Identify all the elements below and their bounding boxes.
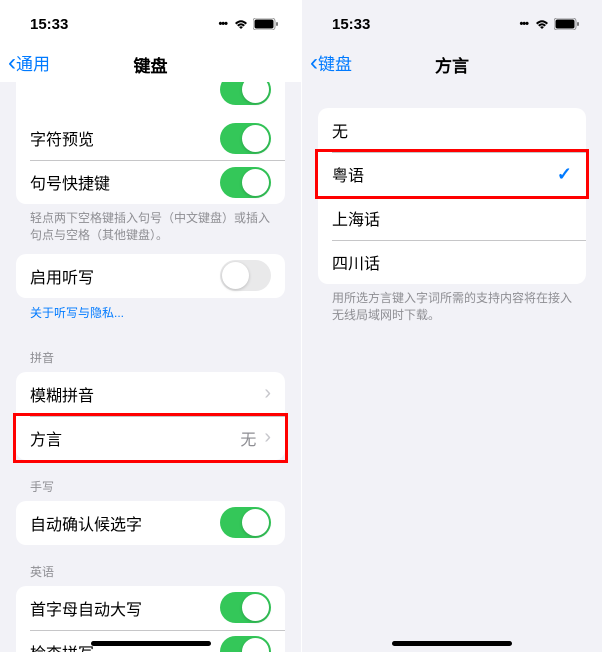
page-title: 键盘 bbox=[134, 52, 168, 77]
list-item[interactable]: 启用听写 bbox=[16, 254, 285, 298]
back-label: 键盘 bbox=[318, 50, 352, 75]
toggle-switch[interactable] bbox=[220, 592, 271, 623]
row-label: 句号快捷键 bbox=[30, 170, 220, 194]
option-cantonese[interactable]: 粤语 ✓ bbox=[318, 152, 586, 196]
privacy-link[interactable]: 关于听写与隐私... bbox=[0, 298, 301, 331]
chevron-left-icon: ‹ bbox=[310, 51, 318, 75]
section-header: 手写 bbox=[0, 460, 301, 501]
row-label: 四川话 bbox=[332, 250, 572, 274]
chevron-right-icon: › bbox=[264, 426, 271, 449]
toggle-switch[interactable] bbox=[220, 123, 271, 154]
status-time: 15:33 bbox=[30, 16, 68, 33]
status-icons: ••• bbox=[218, 18, 279, 30]
status-time: 15:33 bbox=[332, 16, 370, 33]
status-icons: ••• bbox=[519, 18, 580, 30]
section-header: 拼音 bbox=[0, 331, 301, 372]
list-item[interactable]: 句号快捷键 bbox=[16, 160, 285, 204]
row-label: 自动确认候选字 bbox=[30, 511, 220, 535]
nav-bar: ‹ 通用 键盘 bbox=[0, 48, 301, 82]
toggle-switch[interactable] bbox=[220, 636, 271, 652]
row-label: 上海话 bbox=[332, 206, 572, 230]
settings-group: 字符预览 句号快捷键 bbox=[16, 82, 285, 204]
toggle-switch[interactable] bbox=[220, 82, 271, 105]
row-label: 粤语 bbox=[332, 162, 557, 186]
chevron-right-icon: › bbox=[264, 382, 271, 405]
settings-group: 启用听写 bbox=[16, 254, 285, 298]
home-indicator[interactable] bbox=[392, 641, 512, 646]
list-item bbox=[16, 82, 285, 116]
battery-icon bbox=[253, 18, 279, 30]
cellular-icon: ••• bbox=[218, 18, 227, 30]
row-label: 无 bbox=[332, 118, 572, 142]
list-item[interactable]: 首字母自动大写 bbox=[16, 586, 285, 630]
option-sichuanese[interactable]: 四川话 bbox=[318, 240, 586, 284]
footer-text: 用所选方言键入字词所需的支持内容将在接入无线局域网时下载。 bbox=[302, 284, 602, 334]
section-header: 英语 bbox=[0, 545, 301, 586]
page-title: 方言 bbox=[435, 52, 469, 77]
cellular-icon: ••• bbox=[519, 18, 528, 30]
row-label: 模糊拼音 bbox=[30, 382, 264, 406]
row-value: 无 bbox=[240, 426, 256, 450]
list-item[interactable]: 自动确认候选字 bbox=[16, 501, 285, 545]
list-item-dialects[interactable]: 方言 无 › bbox=[16, 416, 285, 460]
settings-group: 自动确认候选字 bbox=[16, 501, 285, 545]
back-button[interactable]: ‹ 键盘 bbox=[302, 50, 352, 75]
row-label: 首字母自动大写 bbox=[30, 596, 220, 620]
list-item[interactable]: 字符预览 bbox=[16, 116, 285, 160]
toggle-switch[interactable] bbox=[220, 260, 271, 291]
row-label: 方言 bbox=[30, 426, 240, 450]
nav-bar: ‹ 键盘 方言 bbox=[302, 48, 602, 82]
status-bar: 15:33 ••• bbox=[302, 0, 602, 48]
toggle-switch[interactable] bbox=[220, 167, 271, 198]
wifi-icon bbox=[233, 18, 249, 30]
back-label: 通用 bbox=[16, 50, 50, 75]
home-indicator[interactable] bbox=[91, 641, 211, 646]
back-button[interactable]: ‹ 通用 bbox=[0, 50, 50, 75]
status-bar: 15:33 ••• bbox=[0, 0, 301, 48]
chevron-left-icon: ‹ bbox=[8, 51, 16, 75]
wifi-icon bbox=[534, 18, 550, 30]
checkmark-icon: ✓ bbox=[557, 164, 572, 185]
row-label: 字符预览 bbox=[30, 126, 220, 150]
option-shanghainese[interactable]: 上海话 bbox=[318, 196, 586, 240]
dialect-options-group: 无 粤语 ✓ 上海话 四川话 bbox=[318, 108, 586, 284]
list-item-fuzzy-pinyin[interactable]: 模糊拼音 › bbox=[16, 372, 285, 416]
footer-text: 轻点两下空格键插入句号（中文键盘）或插入句点与空格（其他键盘）。 bbox=[0, 204, 301, 254]
battery-icon bbox=[554, 18, 580, 30]
settings-group: 模糊拼音 › 方言 无 › bbox=[16, 372, 285, 460]
row-label: 启用听写 bbox=[30, 264, 220, 288]
option-none[interactable]: 无 bbox=[318, 108, 586, 152]
toggle-switch[interactable] bbox=[220, 507, 271, 538]
